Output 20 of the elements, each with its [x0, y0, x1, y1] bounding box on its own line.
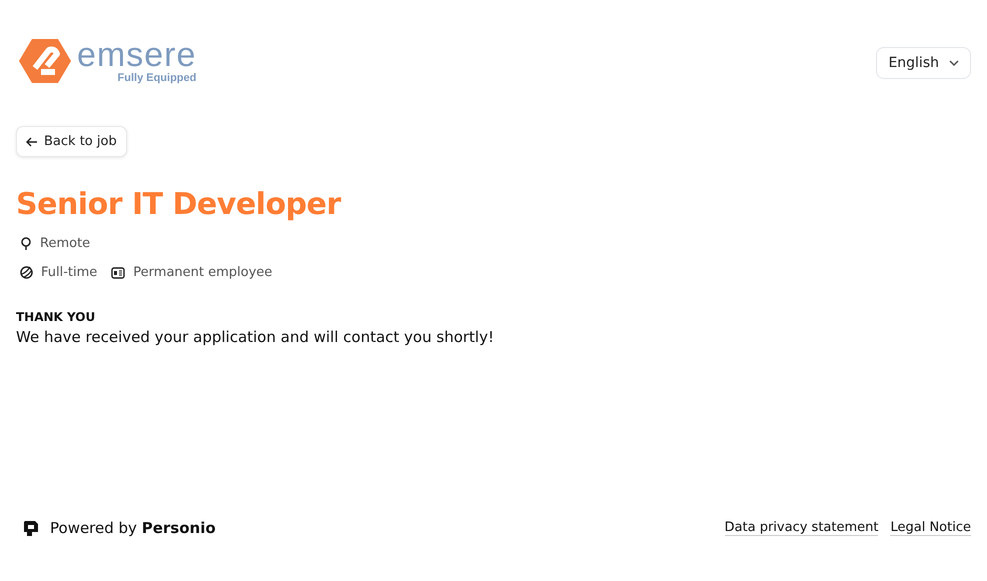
job-detail: Full-time [41, 265, 98, 280]
logo-tagline: Fully Equipped [118, 72, 196, 84]
confirmation-heading: THANK YOU [16, 310, 96, 324]
chevron-down-icon [949, 60, 959, 66]
footer-link[interactable]: Data privacy statement [724, 520, 878, 536]
confirmation-message: We have received your application and will contact you shortly! [16, 328, 495, 346]
globe-icon [20, 266, 33, 279]
logo-wordmark: emsere [77, 38, 196, 72]
back-button[interactable]: Back to job [16, 126, 127, 157]
job-detail: Remote [40, 236, 90, 251]
id-card-icon [111, 266, 126, 278]
personio-logo-icon [22, 519, 40, 537]
map-pin-icon [20, 237, 32, 250]
arrow-left-icon [26, 136, 38, 146]
job-title: Senior IT Developer [16, 187, 342, 222]
logo-icon [19, 38, 71, 84]
footer-link[interactable]: Legal Notice [890, 520, 971, 536]
powered-by-text: Powered by Personio [50, 519, 216, 537]
job-detail: Permanent employee [133, 265, 272, 280]
language-dropdown[interactable]: English [876, 47, 971, 79]
